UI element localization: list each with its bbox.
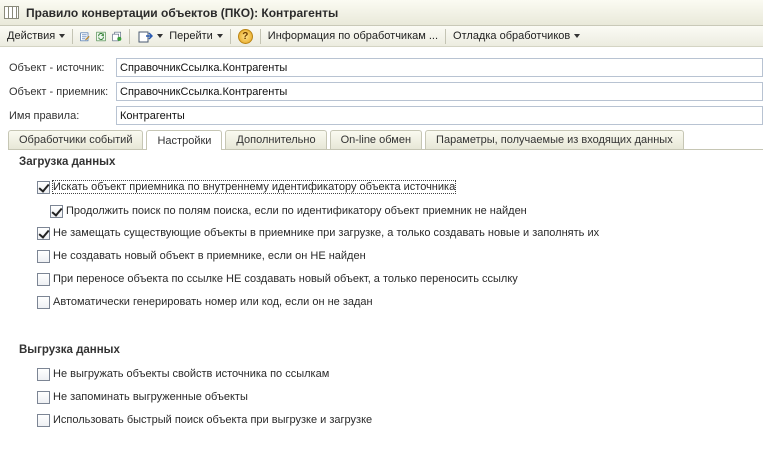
toolbar-separator [259,28,261,44]
debug-handlers-menu-button[interactable]: Отладка обработчиков [450,27,583,46]
toolbar-separator [129,28,131,44]
source-object-field[interactable] [116,58,763,77]
option-label: Не выгружать объекты свойств источника п… [53,368,330,380]
option-label: При переносе объекта по ссылке НЕ создав… [53,273,518,285]
tab-online-exchange[interactable]: On-line обмен [329,130,423,149]
option-do-not-export-property-objects[interactable]: Не выгружать объекты свойств источника п… [37,366,329,382]
option-label: Автоматически генерировать номер или код… [53,296,373,308]
copy-icon[interactable] [109,28,125,44]
source-object-label: Объект - источник: [9,62,105,74]
chevron-down-icon [574,34,581,38]
option-label: Не замещать существующие объекты в прием… [53,227,600,239]
chevron-down-icon [216,34,223,38]
refresh-icon[interactable] [93,28,109,44]
tab-strip: Обработчики событий Настройки Дополнител… [8,129,687,150]
window-title: Правило конвертации объектов (ПКО): Конт… [26,5,339,20]
chevron-down-icon [157,34,164,38]
option-do-not-create-new[interactable]: Не создавать новый объект в приемнике, е… [37,248,366,264]
checkbox[interactable] [37,226,50,240]
help-button[interactable]: ? [235,27,256,46]
option-do-not-replace-existing[interactable]: Не замещать существующие объекты в прием… [37,225,599,241]
option-do-not-remember-exported[interactable]: Не запоминать выгруженные объекты [37,389,248,405]
checkbox[interactable] [37,180,50,194]
toolbar-separator [445,28,447,44]
option-label: Искать объект приемника по внутреннему и… [51,180,457,194]
option-search-by-internal-id[interactable]: Искать объект приемника по внутреннему и… [37,179,457,195]
debug-handlers-label: Отладка обработчиков [453,30,571,42]
rule-name-field[interactable] [116,106,763,125]
checkbox[interactable] [37,413,50,427]
option-label: Использовать быстрый поиск объекта при в… [53,414,373,426]
rule-name-row: Имя правила: [0,106,763,126]
option-fast-search[interactable]: Использовать быстрый поиск объекта при в… [37,412,372,428]
goto-icon [137,28,153,44]
option-transfer-reference-only[interactable]: При переносе объекта по ссылке НЕ создав… [37,271,518,287]
title-bar: Правило конвертации объектов (ПКО): Конт… [0,0,763,26]
tab-event-handlers[interactable]: Обработчики событий [8,130,144,149]
target-object-field[interactable] [116,82,763,101]
help-icon: ? [237,28,253,44]
toolbar: Действия Перейти ? Информация по обработ… [0,26,763,47]
checkbox[interactable] [37,295,50,309]
option-auto-generate-number[interactable]: Автоматически генерировать номер или код… [37,294,373,310]
target-object-label: Объект - приемник: [9,86,109,98]
option-label: Не запоминать выгруженные объекты [53,391,248,403]
checkbox[interactable] [50,204,63,218]
option-label: Не создавать новый объект в приемнике, е… [53,250,366,262]
rule-name-label: Имя правила: [9,110,80,122]
checkbox[interactable] [37,272,50,286]
target-object-row: Объект - приемник: [0,82,763,102]
checkbox[interactable] [37,249,50,263]
toolbar-separator [72,28,74,44]
handlers-info-label: Информация по обработчикам ... [267,30,439,42]
option-label: Продолжить поиск по полям поиска, если п… [66,205,527,217]
tab-additional[interactable]: Дополнительно [225,130,327,149]
tab-incoming-parameters[interactable]: Параметры, получаемые из входящих данных [425,130,684,149]
checkbox[interactable] [37,367,50,381]
tab-panel-border [8,149,763,150]
form-icon [4,6,19,19]
toolbar-separator [229,28,231,44]
export-section-title: Выгрузка данных [19,344,120,356]
actions-menu-button[interactable]: Действия [4,27,68,46]
handlers-info-button[interactable]: Информация по обработчикам ... [265,27,441,46]
actions-menu-label: Действия [7,30,56,42]
import-section-title: Загрузка данных [19,156,116,168]
source-object-row: Объект - источник: [0,58,763,78]
goto-menu-label: Перейти [169,30,213,42]
edit-icon[interactable] [77,28,93,44]
checkbox[interactable] [37,390,50,404]
tab-settings[interactable]: Настройки [146,130,223,150]
option-continue-search-by-fields[interactable]: Продолжить поиск по полям поиска, если п… [50,203,527,219]
chevron-down-icon [59,34,66,38]
goto-menu-button[interactable]: Перейти [134,27,226,46]
